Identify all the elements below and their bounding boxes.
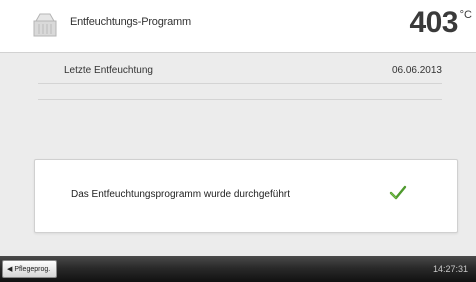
header-bar: Entfeuchtungs-Programm 403 °C — [0, 0, 476, 53]
back-button-label: Pflegeprog. — [14, 265, 51, 273]
temperature-unit: °C — [459, 9, 472, 21]
main-content: Letzte Entfeuchtung 06.06.2013 Das Entfe… — [0, 53, 476, 256]
furnace-icon — [33, 13, 57, 37]
message-box: Das Entfeuchtungsprogramm wurde durchgef… — [34, 159, 458, 233]
back-button[interactable]: ◀ Pflegeprog. — [2, 260, 58, 278]
footer-bar: ◀ Pflegeprog. 14:27:31 — [0, 256, 476, 282]
chevron-left-icon: ◀ — [7, 266, 13, 273]
clock: 14:27:31 — [432, 264, 468, 274]
message-text: Das Entfeuchtungsprogramm wurde durchgef… — [71, 189, 291, 200]
last-dehumidification-row: Letzte Entfeuchtung 06.06.2013 — [38, 59, 442, 84]
page-title: Entfeuchtungs-Programm — [70, 16, 191, 28]
check-icon — [389, 185, 407, 200]
last-dehumidification-label: Letzte Entfeuchtung — [64, 65, 153, 76]
temperature-value: 403 — [409, 6, 458, 39]
last-dehumidification-date: 06.06.2013 — [391, 65, 442, 76]
divider-row — [38, 85, 442, 100]
